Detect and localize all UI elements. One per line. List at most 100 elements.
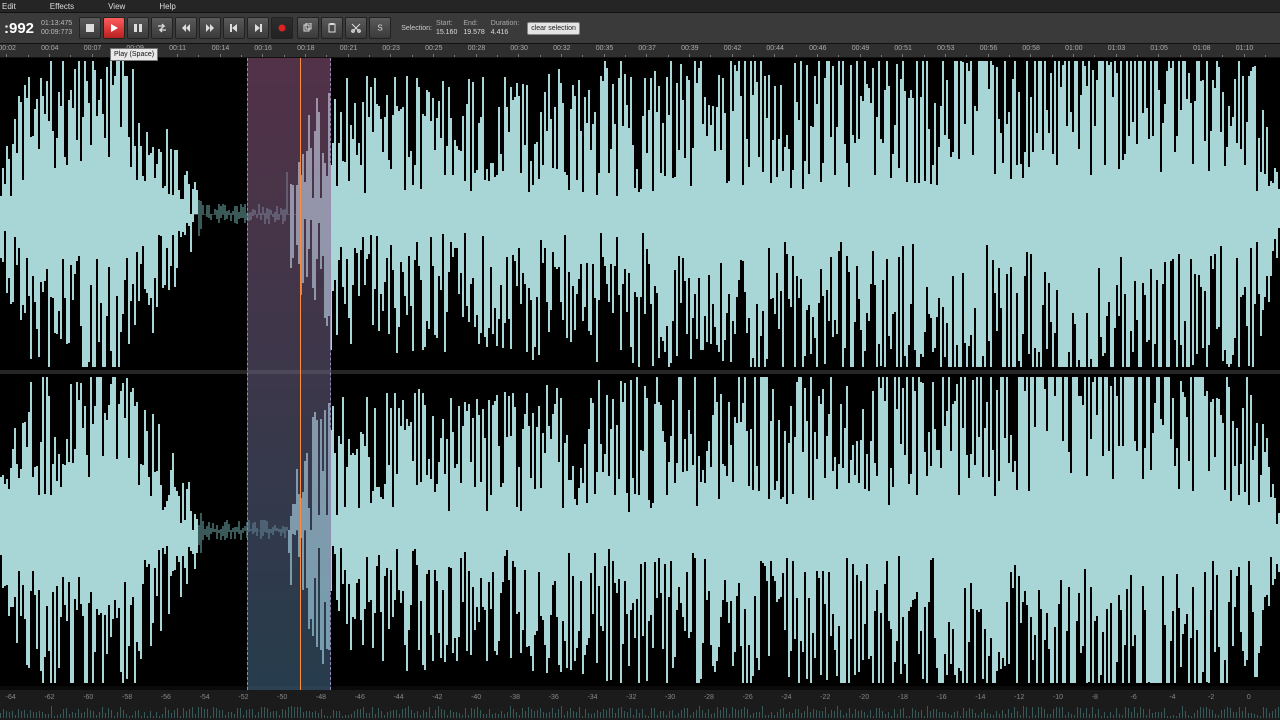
db-tick: -26 — [743, 694, 753, 701]
channel-right[interactable] — [0, 374, 1280, 686]
db-tick: -14 — [975, 694, 985, 701]
selection-start: Start:15.160 — [436, 19, 457, 37]
playhead[interactable] — [300, 58, 301, 690]
ruler-tick: 01:10 — [1236, 45, 1254, 52]
total-time: 01:13:475 — [41, 19, 72, 28]
ruler-tick: 00:35 — [596, 45, 614, 52]
db-tick: -16 — [937, 694, 947, 701]
edit-buttons: S — [297, 17, 391, 39]
cut-button[interactable] — [345, 17, 367, 39]
ruler-tick: 00:11 — [169, 45, 186, 52]
selection-end: End:19.578 — [463, 19, 484, 37]
ruler-tick: 01:03 — [1108, 45, 1126, 52]
position-display: :992 — [2, 21, 36, 36]
db-tick: -4 — [1169, 694, 1175, 701]
db-tick: -46 — [355, 694, 365, 701]
db-tick: -60 — [83, 694, 93, 701]
ruler-tick: 00:32 — [553, 45, 571, 52]
transport-buttons — [79, 17, 293, 39]
elapsed-time: 00:09:773 — [41, 28, 72, 37]
db-tick: 0 — [1247, 694, 1251, 701]
ruler-tick: 00:58 — [1022, 45, 1040, 52]
db-tick: -6 — [1130, 694, 1136, 701]
menu-help[interactable]: Help — [159, 2, 175, 11]
rewind-button[interactable] — [175, 17, 197, 39]
db-tick: -10 — [1053, 694, 1063, 701]
db-tick: -58 — [122, 694, 132, 701]
db-tick: -44 — [394, 694, 404, 701]
svg-text:S: S — [378, 24, 383, 33]
ruler-tick: 00:42 — [724, 45, 742, 52]
ruler-tick: 00:49 — [852, 45, 870, 52]
selection-readout: Selection: Start:15.160 End:19.578 Durat… — [401, 19, 580, 37]
db-tick: -56 — [161, 694, 171, 701]
db-tick: -8 — [1092, 694, 1098, 701]
play-tooltip: Play (Space) — [110, 48, 158, 61]
ruler-tick: 00:23 — [382, 45, 400, 52]
ruler-tick: 00:39 — [681, 45, 699, 52]
db-tick: -54 — [200, 694, 210, 701]
db-tick: -34 — [587, 694, 597, 701]
record-button[interactable] — [271, 17, 293, 39]
position-secondary: 01:13:475 00:09:773 — [38, 19, 75, 37]
ruler-tick: 00:46 — [809, 45, 827, 52]
timeline-ruler[interactable]: 00:0200:0400:0700:0900:1100:1400:1600:18… — [0, 44, 1280, 58]
ruler-tick: 00:44 — [766, 45, 784, 52]
db-tick: -30 — [665, 694, 675, 701]
ruler-tick: 00:02 — [0, 45, 16, 52]
db-tick: -36 — [549, 694, 559, 701]
selection-label: Selection: — [401, 24, 432, 33]
ruler-tick: 00:51 — [894, 45, 912, 52]
skip-end-button[interactable] — [247, 17, 269, 39]
db-tick: -18 — [898, 694, 908, 701]
db-tick: -38 — [510, 694, 520, 701]
copy-button[interactable] — [297, 17, 319, 39]
ruler-tick: 00:25 — [425, 45, 443, 52]
toolbar: :992 01:13:475 00:09:773 S Selection: St… — [0, 12, 1280, 44]
menu-edit[interactable]: Edit — [2, 2, 16, 11]
menu-view[interactable]: View — [108, 2, 125, 11]
stop-button[interactable] — [79, 17, 101, 39]
ruler-tick: 00:18 — [297, 45, 315, 52]
ruler-tick: 00:28 — [468, 45, 486, 52]
ruler-tick: 00:07 — [84, 45, 102, 52]
ruler-tick: 00:21 — [340, 45, 358, 52]
db-tick: -12 — [1014, 694, 1024, 701]
db-tick: -40 — [471, 694, 481, 701]
db-tick: -42 — [432, 694, 442, 701]
forward-button[interactable] — [199, 17, 221, 39]
db-tick: -52 — [238, 694, 248, 701]
db-tick: -22 — [820, 694, 830, 701]
ruler-tick: 00:16 — [254, 45, 272, 52]
selection-region[interactable] — [247, 58, 331, 690]
silence-button[interactable]: S — [369, 17, 391, 39]
db-tick: -20 — [859, 694, 869, 701]
ruler-tick: 00:30 — [510, 45, 528, 52]
ruler-tick: 00:56 — [980, 45, 998, 52]
ruler-tick: 00:37 — [638, 45, 656, 52]
db-tick: -24 — [781, 694, 791, 701]
ruler-tick: 01:00 — [1065, 45, 1083, 52]
menu-effects[interactable]: Effects — [50, 2, 74, 11]
pause-button[interactable] — [127, 17, 149, 39]
db-tick: -28 — [704, 694, 714, 701]
ruler-tick: 00:04 — [41, 45, 59, 52]
db-tick: -50 — [277, 694, 287, 701]
play-button[interactable] — [103, 17, 125, 39]
menu-bar: Edit Effects View Help — [0, 0, 1280, 12]
ruler-tick: 01:08 — [1193, 45, 1211, 52]
db-ruler: -64-62-60-58-56-54-52-50-48-46-44-42-40-… — [0, 690, 1280, 720]
db-tick: -48 — [316, 694, 326, 701]
ruler-tick: 01:05 — [1150, 45, 1168, 52]
ruler-tick: 00:53 — [937, 45, 955, 52]
selection-dur: Duration:4.416 — [491, 19, 519, 37]
paste-button[interactable] — [321, 17, 343, 39]
channel-left[interactable] — [0, 58, 1280, 370]
loop-button[interactable] — [151, 17, 173, 39]
skip-start-button[interactable] — [223, 17, 245, 39]
waveform-area[interactable] — [0, 58, 1280, 690]
position-main: :992 — [4, 21, 34, 36]
db-tick: -64 — [6, 694, 16, 701]
clear-selection-button[interactable]: clear selection — [527, 22, 580, 35]
db-tick: -2 — [1208, 694, 1214, 701]
